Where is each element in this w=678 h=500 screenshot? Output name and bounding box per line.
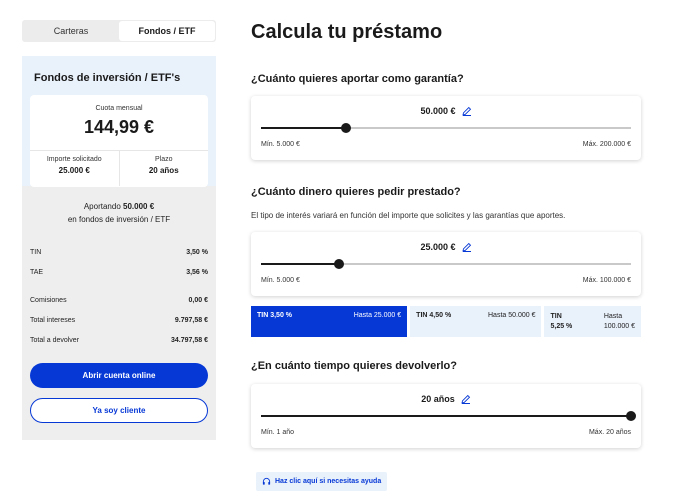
tin-rate-label: TIN [550,313,562,320]
tin-limit-value: 100.000 € [603,323,635,330]
row-label: Total intereses [30,316,76,324]
term-value-row: 20 años [251,394,641,404]
term-value: 20 años [421,394,455,404]
help-link-text: Haz clic aquí si necesitas ayuda [275,478,382,485]
help-link[interactable]: Haz clic aquí si necesitas ayuda [256,472,388,491]
term-max: Máx. 20 años [588,429,631,436]
tin-limit: Hasta 25.000 € [353,312,402,319]
summary-panel: Fondos de inversión / ETF's Cuota mensua… [22,56,216,440]
term-question: ¿En cuánto tiempo quieres devolverlo? [251,360,457,372]
loan-min: Mín. 5.000 € [261,277,300,284]
guarantee-value: 50.000 € [420,106,456,116]
headset-icon [262,477,271,485]
loan-value-row: 25.000 € [251,242,641,252]
tin-rate-value: 5,25 % [550,323,573,330]
term-slider-fill [261,415,631,417]
tin-limit: Hasta 100.000 € [604,312,635,331]
guarantee-slider-thumb[interactable] [341,123,352,133]
edit-pencil-icon[interactable] [461,394,471,404]
tin-rate: TIN 4,50 % [416,312,452,319]
loan-question: ¿Cuánto dinero quieres pedir prestado? [251,186,461,198]
product-tabs: Carteras Fondos / ETF [22,20,216,42]
monthly-quote-label: Cuota mensual [95,105,143,112]
edit-pencil-icon[interactable] [461,106,472,116]
quote-details: Importe solicitado 25.000 € Plazo 20 año… [30,150,208,186]
tin-option-2[interactable]: TIN 4,50 % Hasta 50.000 € [410,306,542,337]
row-label: TAE [30,268,44,276]
tin-rate: TIN 3,50 % [257,312,293,319]
aportando-text: Aportando 50.000 € en fondos de inversió… [22,200,216,226]
row-tin: TIN 3,50 % [30,242,208,262]
tin-option-3[interactable]: TIN 5,25 % Hasta 100.000 € [544,306,641,337]
summary-title: Fondos de inversión / ETF's [34,72,181,84]
loan-slider-fill [261,263,339,265]
guarantee-slider-fill [261,127,347,129]
loan-max: Máx. 100.000 € [582,277,631,284]
plazo-value: 20 años [148,166,179,175]
row-value: 3,56 % [186,268,208,276]
loan-slider-card: 25.000 € Mín. 5.000 € Máx. 100.000 € [251,232,641,296]
row-value: 0,00 € [188,296,208,304]
page-title: Calcula tu préstamo [251,21,443,43]
term-slider-card: 20 años Mín. 1 año Máx. 20 años [251,384,641,448]
aportando-prefix: Aportando [83,202,121,211]
summary-rows: TIN 3,50 % TAE 3,56 % Comisiones 0,00 € … [30,242,208,350]
plazo-label: Plazo [154,156,173,163]
loan-hint: El tipo de interés variará en función de… [251,211,566,220]
tin-limit-label: Hasta [603,313,623,320]
tin-options: TIN 3,50 % Hasta 25.000 € TIN 4,50 % Has… [251,306,641,337]
importe-solicitado: Importe solicitado 25.000 € [30,151,119,186]
guarantee-min: Mín. 5.000 € [261,141,300,148]
term-range: Mín. 1 año Máx. 20 años [261,429,631,436]
row-label: Comisiones [30,296,67,304]
tin-option-1[interactable]: TIN 3,50 % Hasta 25.000 € [251,306,408,337]
term-slider-thumb[interactable] [626,411,636,421]
row-total-intereses: Total intereses 9.797,58 € [30,310,208,330]
loan-range: Mín. 5.000 € Máx. 100.000 € [261,277,631,284]
loan-value: 25.000 € [420,242,456,252]
edit-pencil-icon[interactable] [461,242,472,252]
tin-rate: TIN 5,25 % [550,312,572,331]
tab-carteras[interactable]: Carteras [23,21,119,41]
already-client-button[interactable]: Ya soy cliente [30,398,208,423]
row-value: 3,50 % [186,248,208,256]
guarantee-slider-card: 50.000 € Mín. 5.000 € Máx. 200.000 € [251,96,641,160]
plazo: Plazo 20 años [118,151,209,186]
row-label: Total a devolver [30,336,80,344]
row-value: 9.797,58 € [174,316,208,324]
importe-value: 25.000 € [58,166,90,175]
open-account-button[interactable]: Abrir cuenta online [30,363,208,388]
guarantee-max: Máx. 200.000 € [582,141,631,148]
aportando-suffix: en fondos de inversión / ETF [67,215,171,224]
guarantee-slider-track[interactable] [261,123,631,133]
aportando-amount: 50.000 € [123,202,155,211]
monthly-quote-amount: 144,99 € [83,117,155,137]
row-comisiones: Comisiones 0,00 € [30,290,208,310]
loan-slider-thumb[interactable] [333,259,344,269]
row-tae: TAE 3,56 % [30,262,208,282]
term-slider-track[interactable] [261,411,636,421]
row-value: 34.797,58 € [171,336,208,344]
row-total-a-devolver: Total a devolver 34.797,58 € [30,330,208,350]
term-min: Mín. 1 año [261,429,295,436]
tin-limit: Hasta 50.000 € [488,312,536,319]
guarantee-range: Mín. 5.000 € Máx. 200.000 € [261,141,631,148]
guarantee-question: ¿Cuánto quieres aportar como garantía? [251,73,464,85]
importe-label: Importe solicitado [46,156,102,163]
row-label: TIN [30,248,42,256]
tab-fondos-etf[interactable]: Fondos / ETF [119,21,215,41]
loan-slider-track[interactable] [261,259,631,269]
guarantee-value-row: 50.000 € [251,106,641,116]
